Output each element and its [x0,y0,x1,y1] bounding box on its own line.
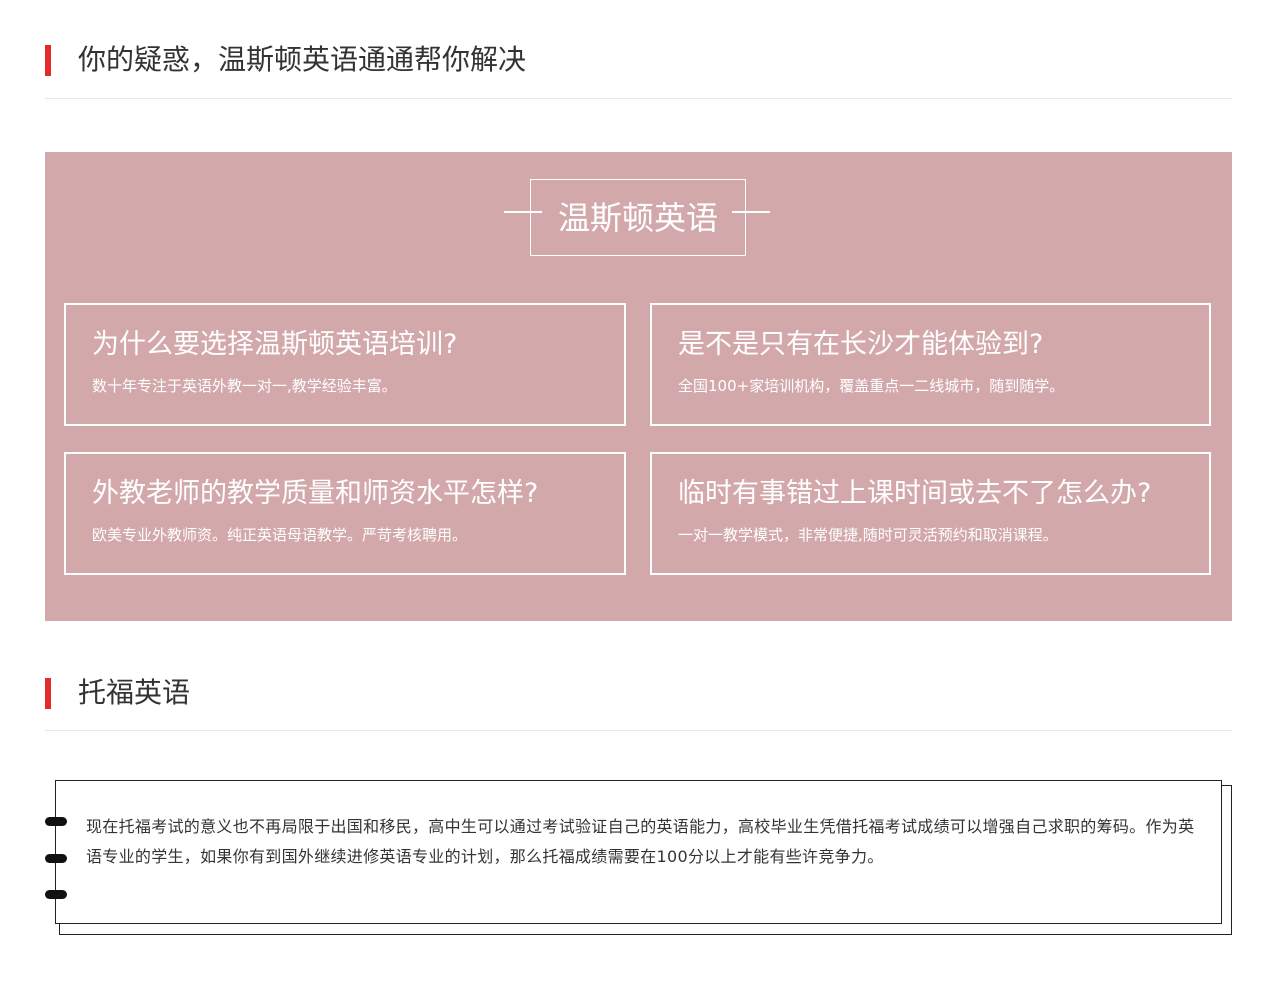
brand-box: 温斯顿英语 [530,179,746,256]
faq-card[interactable]: 临时有事错过上课时间或去不了怎么办? 一对一教学模式，非常便捷,随时可灵活预约和… [650,452,1211,575]
faq-card[interactable]: 为什么要选择温斯顿英语培训? 数十年专注于英语外教一对一,教学经验丰富。 [64,303,626,426]
faq-card[interactable]: 外教老师的教学质量和师资水平怎样? 欧美专业外教师资。纯正英语母语教学。严苛考核… [64,452,626,575]
toefl-section-title: 托福英语 [78,676,191,709]
heading-accent-bar [45,45,51,76]
binder-ring-icon [45,817,67,826]
faq-section-header: 你的疑惑，温斯顿英语通通帮你解决 [45,40,1232,99]
brand-title: 温斯顿英语 [557,199,718,237]
binder-ring-icon [45,890,67,899]
faq-section-title: 你的疑惑，温斯顿英语通通帮你解决 [78,43,527,76]
faq-answer: 全国100+家培训机构，覆盖重点一二线城市，随到随学。 [678,377,1065,395]
toefl-paragraph: 现在托福考试的意义也不再局限于出国和移民，高中生可以通过考试验证自己的英语能力，… [86,817,1195,866]
faq-panel: 温斯顿英语 为什么要选择温斯顿英语培训? 数十年专注于英语外教一对一,教学经验丰… [45,152,1232,621]
faq-card[interactable]: 是不是只有在长沙才能体验到? 全国100+家培训机构，覆盖重点一二线城市，随到随… [650,303,1211,426]
faq-answer: 数十年专注于英语外教一对一,教学经验丰富。 [92,377,397,395]
heading-accent-bar [45,678,51,709]
binder-ring-icon [45,854,67,863]
toefl-note-card: 现在托福考试的意义也不再局限于出国和移民，高中生可以通过考试验证自己的英语能力，… [45,780,1232,936]
faq-answer: 欧美专业外教师资。纯正英语母语教学。严苛考核聘用。 [92,526,468,544]
faq-question: 外教老师的教学质量和师资水平怎样? [92,478,539,509]
faq-question: 为什么要选择温斯顿英语培训? [92,329,458,360]
faq-question: 是不是只有在长沙才能体验到? [678,329,1044,360]
note-front-page: 现在托福考试的意义也不再局限于出国和移民，高中生可以通过考试验证自己的英语能力，… [55,780,1222,924]
toefl-section-header: 托福英语 [45,672,1232,731]
faq-question: 临时有事错过上课时间或去不了怎么办? [678,478,1152,509]
faq-answer: 一对一教学模式，非常便捷,随时可灵活预约和取消课程。 [678,526,1058,544]
